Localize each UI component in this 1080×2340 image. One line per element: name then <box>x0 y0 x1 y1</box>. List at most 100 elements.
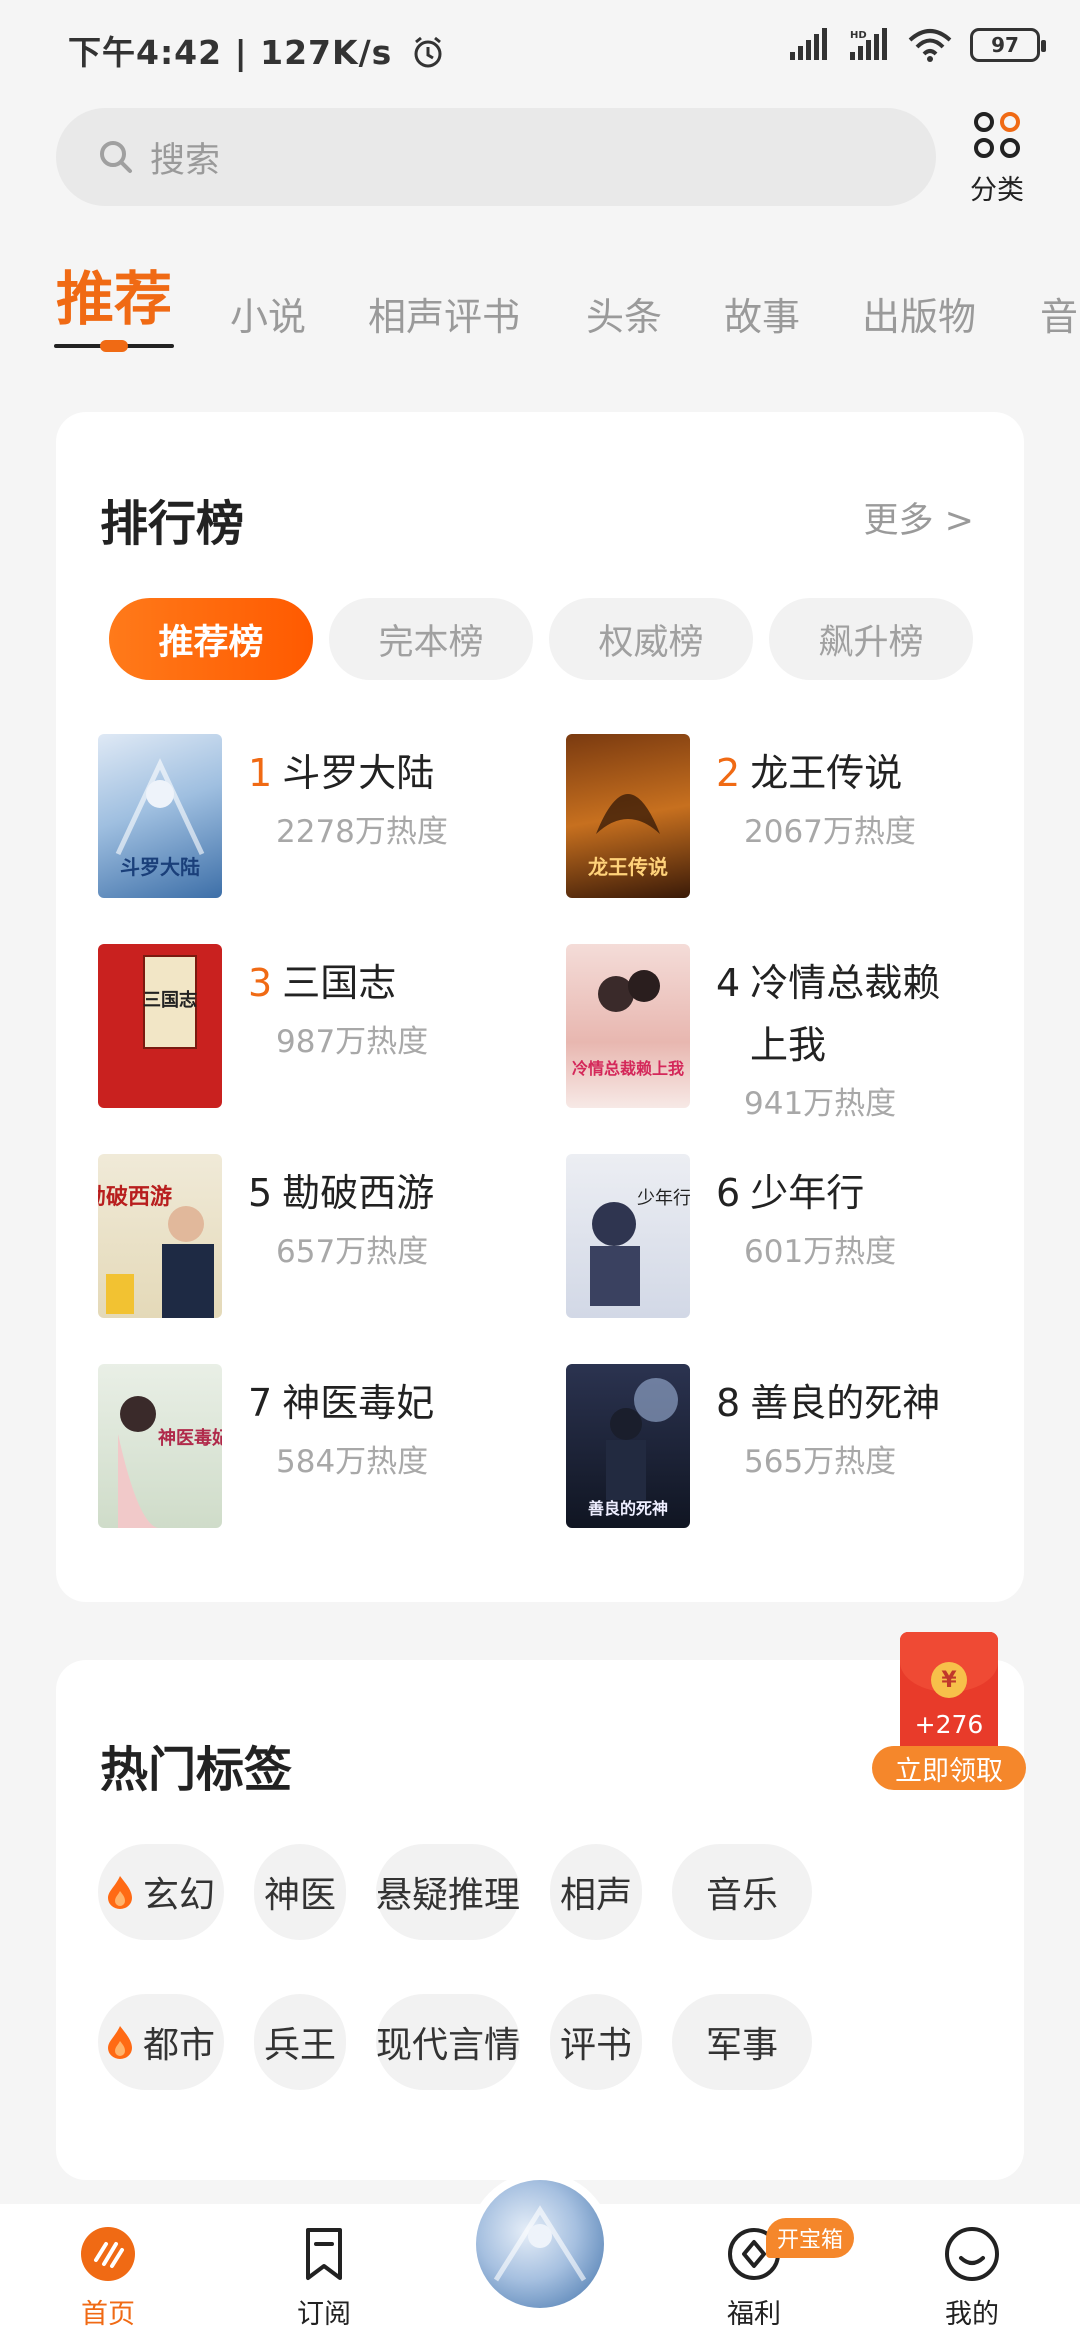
svg-text:冷情总裁赖上我: 冷情总裁赖上我 <box>572 1059 684 1078</box>
rank-number: 2 <box>716 751 741 795</box>
red-envelope[interactable]: ¥ +276 <box>900 1632 998 1754</box>
wifi-icon <box>908 29 952 62</box>
rank-number: 1 <box>248 751 273 795</box>
tab-music[interactable]: 音 <box>1040 286 1078 341</box>
signal-icon <box>790 28 827 60</box>
tag-fantasy[interactable]: 玄幻 <box>98 1844 224 1940</box>
nav-home[interactable]: 首页 <box>48 2226 168 2331</box>
category-grid-icon <box>974 112 1020 158</box>
search-bar[interactable]: 搜索 <box>56 108 936 206</box>
search-placeholder: 搜索 <box>150 140 221 181</box>
tag-storytelling[interactable]: 评书 <box>550 1994 642 2090</box>
nav-mine[interactable]: 我的 <box>912 2226 1032 2331</box>
nav-home-label: 首页 <box>81 2299 135 2330</box>
signal-hd-icon: HD <box>850 28 887 60</box>
book-heat: 2067万热度 <box>744 814 916 850</box>
channel-tabs: 推荐 小说 相声评书 头条 故事 出版物 音 <box>0 240 1080 360</box>
book-item[interactable]: 龙王传说 2 龙王传说 2067万热度 <box>566 734 986 904</box>
book-cover: 龙王传说 <box>566 734 690 898</box>
tag-music[interactable]: 音乐 <box>672 1844 812 1940</box>
book-cover: 勘破西游 <box>98 1154 222 1318</box>
tag-doctor[interactable]: 神医 <box>254 1844 346 1940</box>
book-title: 神医毒妃 <box>282 1381 435 1425</box>
tab-indicator-dot <box>100 340 128 352</box>
svg-text:神医毒妃: 神医毒妃 <box>158 1427 222 1449</box>
svg-text:斗罗大陆: 斗罗大陆 <box>120 855 200 879</box>
tag-label: 军事 <box>705 2025 778 2066</box>
tag-crosstalk[interactable]: 相声 <box>550 1844 642 1940</box>
more-link[interactable]: 更多 > <box>864 492 974 543</box>
book-cover: 善良的死神 <box>566 1364 690 1528</box>
category-label: 分类 <box>970 175 1024 206</box>
tag-label: 神医 <box>263 1875 336 1916</box>
book-title: 冷情总裁赖 <box>750 961 941 1005</box>
book-heat: 657万热度 <box>276 1234 429 1270</box>
pill-recommend[interactable]: 推荐榜 <box>109 598 313 680</box>
tag-label: 音乐 <box>705 1875 778 1916</box>
svg-text:HD: HD <box>850 30 867 41</box>
book-title: 斗罗大陆 <box>282 751 435 795</box>
book-cover: 冷情总裁赖上我 <box>566 944 690 1108</box>
tag-romance[interactable]: 现代言情 <box>376 1994 520 2090</box>
svg-text:少年行: 少年行 <box>637 1188 690 1209</box>
now-playing-disc[interactable] <box>468 2172 612 2316</box>
search-icon <box>100 141 132 173</box>
tag-soldier[interactable]: 兵王 <box>254 1994 346 2090</box>
tab-novel[interactable]: 小说 <box>230 286 306 341</box>
book-title: 善良的死神 <box>750 1381 941 1425</box>
status-bar: 下午4:42 | 127K/s HD 97 <box>0 0 1080 96</box>
nav-welfare-label: 福利 <box>727 2299 781 2330</box>
tab-recommend[interactable]: 推荐 <box>56 252 172 336</box>
yuan-coin-icon: ¥ <box>931 1662 967 1698</box>
book-cover: 少年行 <box>566 1154 690 1318</box>
book-heat: 565万热度 <box>744 1444 897 1480</box>
book-item[interactable]: 少年行 6 少年行 601万热度 <box>566 1154 986 1324</box>
smile-icon <box>945 2227 999 2281</box>
tab-crosstalk[interactable]: 相声评书 <box>368 286 520 341</box>
book-item[interactable]: 冷情总裁赖上我 4 冷情总裁赖 上我 941万热度 <box>566 944 986 1144</box>
pill-rising[interactable]: 飙升榜 <box>769 598 973 680</box>
tab-stories[interactable]: 故事 <box>724 286 800 341</box>
book-cover: 斗罗大陆 <box>98 734 222 898</box>
ranking-card: 排行榜 更多 > 推荐榜 完本榜 权威榜 飙升榜 斗罗大陆 1 斗罗大陆 2278… <box>56 412 1024 1602</box>
tag-label: 现代言情 <box>376 2025 521 2066</box>
book-cover: 三国志 <box>98 944 222 1108</box>
nav-subscribe[interactable]: 订阅 <box>264 2226 384 2331</box>
battery-indicator: 97 <box>970 28 1046 62</box>
book-item[interactable]: 善良的死神 8 善良的死神 565万热度 <box>566 1364 986 1534</box>
book-title: 勘破西游 <box>282 1171 435 1215</box>
pill-authority[interactable]: 权威榜 <box>549 598 753 680</box>
category-button[interactable]: 分类 <box>960 110 1034 207</box>
alarm-icon <box>414 36 442 68</box>
tag-mystery[interactable]: 悬疑推理 <box>376 1844 520 1940</box>
status-icons: HD 97 <box>788 28 1046 62</box>
book-item[interactable]: 勘破西游 5勘破西游 657万热度 <box>98 1154 518 1324</box>
pill-completed[interactable]: 完本榜 <box>329 598 533 680</box>
book-item[interactable]: 神医毒妃 7 神医毒妃 584万热度 <box>98 1364 518 1534</box>
ranking-title: 排行榜 <box>100 496 245 552</box>
book-title: 龙王传说 <box>750 751 903 795</box>
svg-text:三国志: 三国志 <box>143 989 197 1011</box>
tag-military[interactable]: 军事 <box>672 1994 812 2090</box>
tag-label: 玄幻 <box>142 1875 215 1916</box>
rank-number: 7 <box>248 1381 273 1425</box>
book-heat: 941万热度 <box>744 1086 897 1122</box>
fire-icon <box>107 1876 132 1909</box>
tab-headlines[interactable]: 头条 <box>586 286 662 341</box>
tag-label: 评书 <box>559 2025 632 2066</box>
svg-text:善良的死神: 善良的死神 <box>588 1499 668 1518</box>
claim-button[interactable]: 立即领取 <box>872 1746 1026 1790</box>
hot-tags-title: 热门标签 <box>100 1742 293 1798</box>
ranking-pills: 推荐榜 完本榜 权威榜 飙升榜 <box>109 598 973 680</box>
book-item[interactable]: 三国志 3 三国志 987万热度 <box>98 944 518 1114</box>
envelope-amount: +276 <box>914 1710 984 1739</box>
tab-publications[interactable]: 出版物 <box>862 286 976 341</box>
hot-tags-card: 热门标签 玄幻 神医 悬疑推理 相声 音乐 都市 兵王 现代言情 评书 军事 <box>56 1660 1024 2180</box>
book-cover: 神医毒妃 <box>98 1364 222 1528</box>
fire-icon <box>107 2026 132 2059</box>
rank-number: 8 <box>716 1381 741 1425</box>
book-item[interactable]: 斗罗大陆 1 斗罗大陆 2278万热度 <box>98 734 518 904</box>
tag-urban[interactable]: 都市 <box>98 1994 224 2090</box>
nav-subscribe-label: 订阅 <box>297 2299 351 2330</box>
tag-label: 相声 <box>559 1875 632 1916</box>
